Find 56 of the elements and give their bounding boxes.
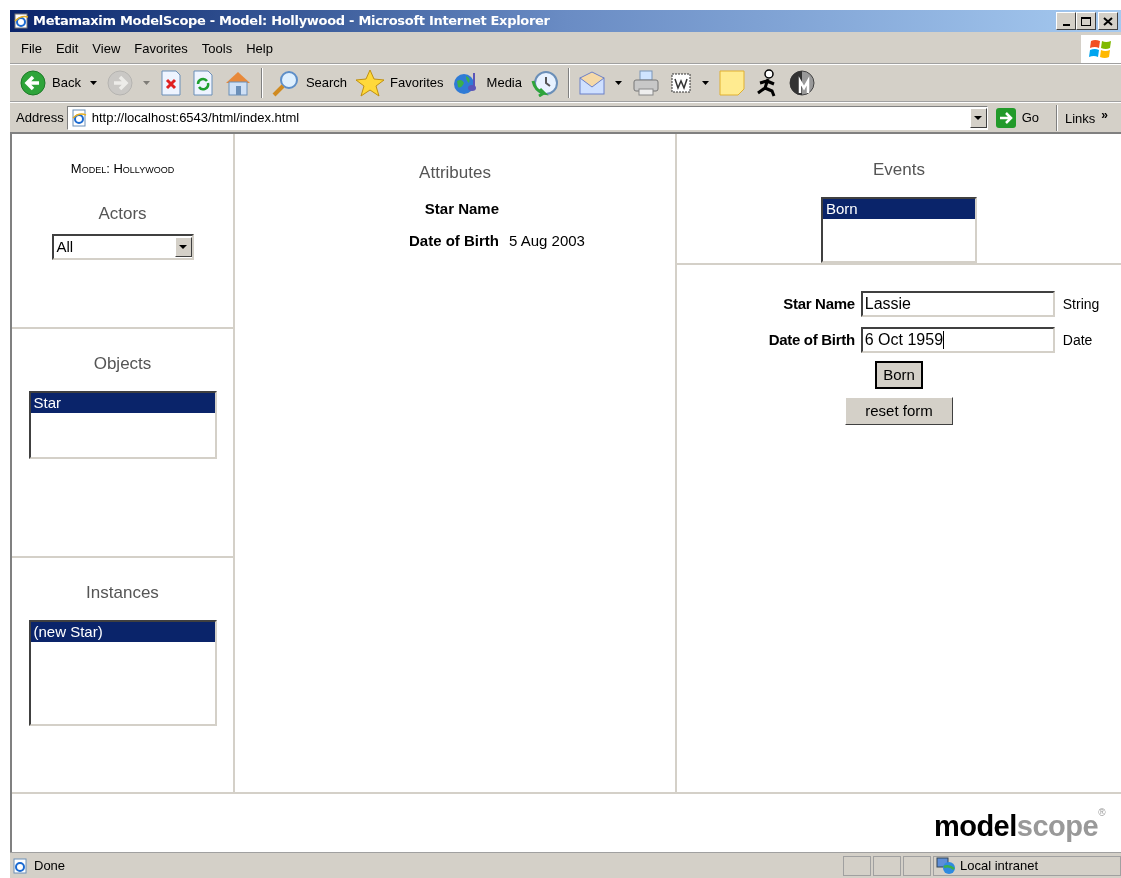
field-label: Date of Birth [768,329,855,350]
list-option[interactable]: Star [30,392,215,413]
go-button[interactable]: Go [990,104,1043,131]
security-zone-text: Local intranet [960,856,1039,875]
list-option[interactable]: Born [823,198,975,219]
status-pane [873,855,901,876]
section-heading: Instances [86,582,159,604]
search-button[interactable]: Search [267,66,351,100]
menu-item[interactable]: Tools [194,38,240,59]
submit-button[interactable]: Born [875,361,923,389]
actors-dropdown[interactable]: All [51,234,194,260]
input-field[interactable]: Lassie [860,291,1055,317]
menu-item[interactable]: Help [239,38,280,59]
address-label: Address [16,108,64,127]
field-type: Date [1061,330,1094,350]
attribute-value: 5 Aug 2003 [509,231,585,251]
address-field[interactable]: http://localhost:6543/html/index.html [66,105,988,130]
input-field[interactable]: 6 Oct 1959 [860,327,1055,353]
page-icon [12,857,28,874]
menu-item[interactable]: Favorites [127,38,195,59]
menu-item[interactable]: File [14,38,49,59]
field-label: Star Name [782,293,855,314]
status-pane [843,855,871,876]
status-text: Done [33,856,67,875]
instances-list[interactable]: (new Star) [28,619,217,726]
objects-list[interactable]: Star [28,390,217,459]
windows-flag-icon [1089,37,1113,60]
section-heading: Events [873,159,925,181]
page-icon [69,108,88,127]
minimize-button[interactable] [1056,12,1076,30]
section-heading: Actors [98,202,147,225]
reset-button[interactable]: reset form [845,397,953,425]
events-list[interactable]: Born [821,196,977,263]
links-button[interactable]: Links » [1061,104,1121,131]
media-button[interactable]: Media [448,66,525,100]
status-pane [903,855,931,876]
window-title: Metamaxim ModelScope - Model: Hollywood - Microsoft Internet Explorer [33,12,551,31]
field-type: String [1061,294,1100,314]
menu-item[interactable]: View [85,38,128,59]
close-button[interactable] [1098,12,1118,30]
maximize-button[interactable] [1076,12,1096,30]
section-heading: Attributes [419,162,491,184]
section-heading: Objects [93,353,152,375]
close-icon [1103,16,1113,26]
back-button[interactable]: Back [16,66,84,100]
list-option[interactable]: (new Star) [30,621,215,642]
menu-item[interactable]: Edit [48,38,86,59]
star-icon [355,69,386,97]
network-globe-icon [936,856,956,875]
favorites-button[interactable]: Favorites [352,66,447,100]
modelscope-logo: modelscope® [933,805,1105,844]
model-title: Model: Hollywood [70,160,175,178]
browser-icon [13,13,29,29]
search-icon [270,69,301,97]
attribute-label: Star Name [423,198,500,219]
attribute-label: Date of Birth [409,231,500,251]
